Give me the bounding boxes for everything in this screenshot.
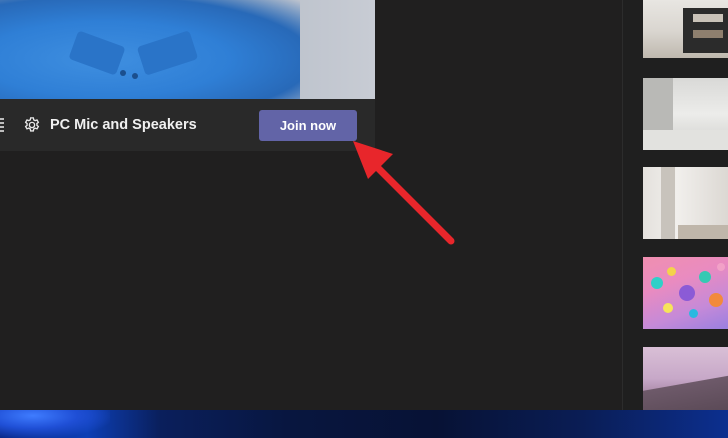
pre-join-screen: PC Mic and Speakers Join now (0, 0, 622, 410)
background-thumbnail[interactable] (643, 78, 728, 150)
windows-taskbar (0, 410, 728, 438)
gear-icon[interactable] (23, 116, 41, 134)
background-thumbnail[interactable] (643, 0, 728, 58)
background-thumbnail[interactable] (643, 347, 728, 410)
camera-preview (0, 0, 375, 99)
join-now-button[interactable]: Join now (259, 110, 357, 141)
audio-device-label[interactable]: PC Mic and Speakers (50, 117, 197, 133)
background-thumbnail[interactable] (643, 257, 728, 329)
background-thumbnail[interactable] (643, 167, 728, 239)
more-options-icon[interactable] (0, 118, 4, 132)
